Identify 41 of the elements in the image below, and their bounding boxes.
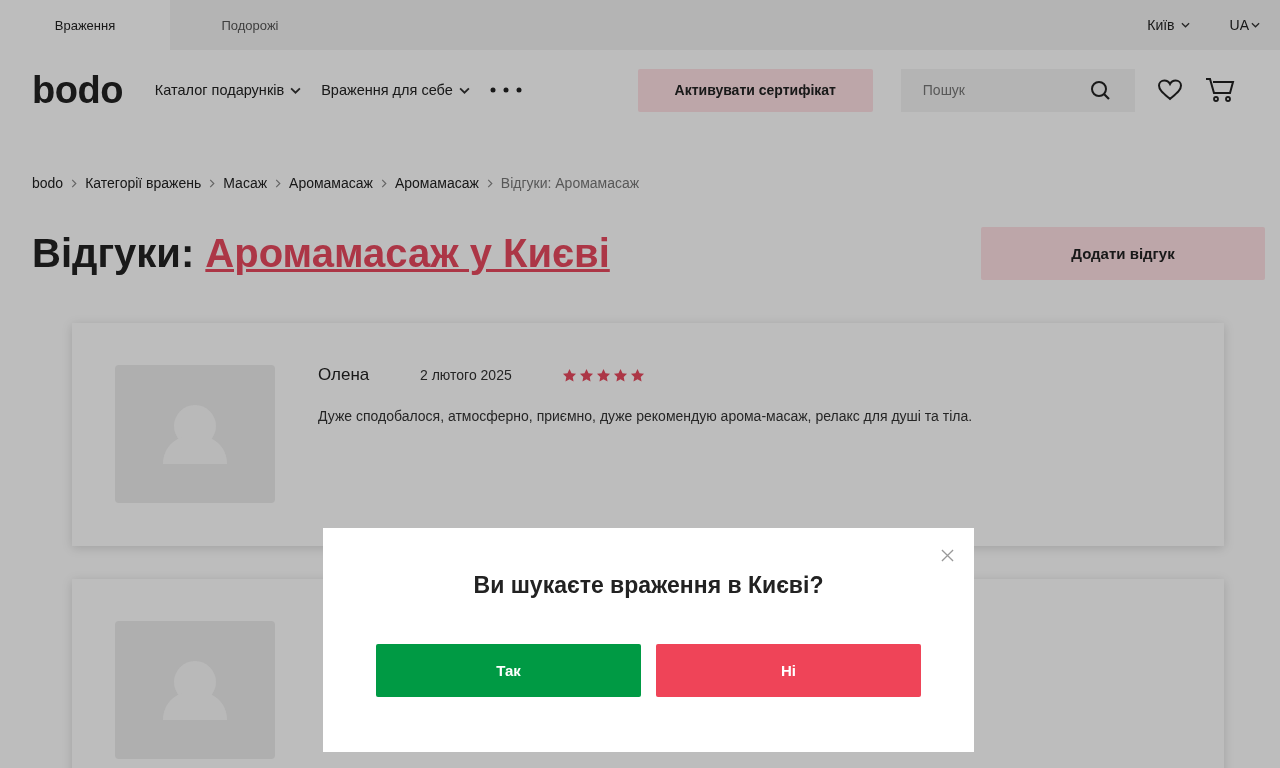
chevron-icon (1251, 22, 1260, 28)
logo[interactable]: bodo (32, 68, 123, 112)
chevron-right-icon (275, 178, 282, 188)
chevron-icon (1180, 22, 1190, 28)
decline-button[interactable]: Ні (656, 644, 921, 697)
modal-question: Ви шукаєте враження в Києві? (472, 572, 825, 599)
chevron-icon (290, 86, 302, 94)
site-tab[interactable]: Подорожі (170, 0, 330, 50)
page-title: Відгуки: Аромамасаж у Києві (32, 231, 610, 276)
heart-icon[interactable] (1156, 78, 1183, 102)
more-icon[interactable] (489, 87, 522, 93)
chevron-right-icon (71, 178, 78, 188)
close-icon[interactable] (941, 549, 954, 562)
nav-menu-item[interactable]: Враження для себе (321, 82, 470, 98)
city-selector[interactable]: Київ (1147, 17, 1190, 33)
review-date: 2 лютого 2025 (420, 367, 513, 383)
star-icon (630, 367, 645, 383)
confirm-button[interactable]: Так (376, 644, 641, 697)
nav-menu-item[interactable]: Каталог подарунків (154, 82, 302, 98)
star-icon (613, 367, 628, 383)
add-review-button[interactable]: Додати відгук (981, 227, 1265, 280)
cart-icon[interactable] (1204, 77, 1235, 103)
breadcrumb-link[interactable]: Категорії вражень (85, 175, 202, 191)
search-field[interactable]: Пошук (900, 68, 1135, 112)
reviewer-name: Олена (318, 365, 371, 385)
review-text: Дуже сподобалося, атмосферно, приємно, дуже рекомендую арома-масаж, релакс для душі та тіла. (318, 408, 973, 424)
chevron-right-icon (380, 178, 387, 188)
chevron-right-icon (486, 178, 493, 188)
breadcrumb-link[interactable]: Аромамасаж (289, 175, 373, 191)
breadcrumb-link[interactable]: bodo (32, 175, 64, 191)
star-icon (596, 367, 611, 383)
chevron-icon (458, 86, 470, 94)
star-icon (579, 367, 594, 383)
activate-certificate-button[interactable]: Активувати сертифікат (637, 68, 873, 112)
star-icon (562, 367, 577, 383)
chevron-right-icon (209, 178, 216, 188)
breadcrumb-current: Відгуки: Аромамасаж (500, 175, 640, 191)
site-tab[interactable]: Враження (0, 0, 170, 50)
breadcrumb-link[interactable]: Масаж (223, 175, 268, 191)
language-selector[interactable]: UA (1229, 17, 1260, 33)
breadcrumb-link[interactable]: Аромамасаж (394, 175, 479, 191)
